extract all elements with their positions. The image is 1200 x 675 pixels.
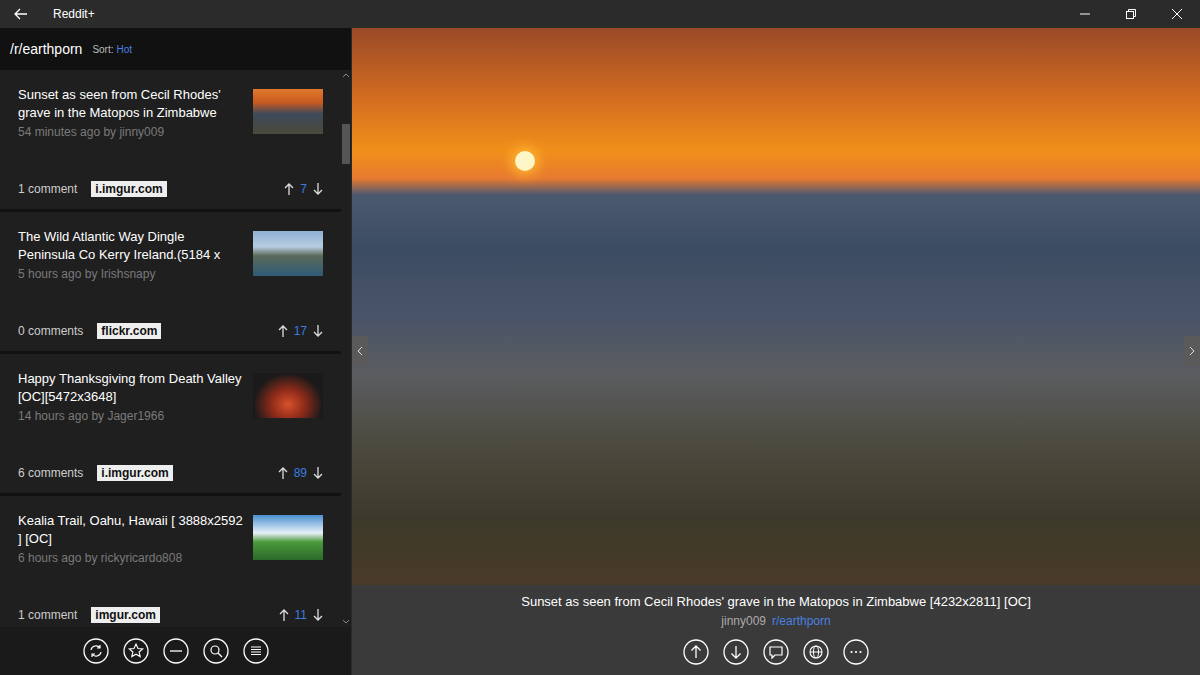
- post-title: Kealia Trail, Oahu, Hawaii [ 3888x2592 ]…: [18, 512, 245, 548]
- globe-icon[interactable]: [803, 639, 829, 665]
- close-button[interactable]: [1154, 0, 1200, 28]
- more-icon[interactable]: [843, 639, 869, 665]
- caption-bar: Sunset as seen from Cecil Rhodes' grave …: [352, 585, 1200, 675]
- domain-badge: imgur.com: [91, 607, 160, 623]
- post-thumbnail[interactable]: [253, 515, 323, 560]
- title-bar: Reddit+: [0, 0, 1200, 28]
- scroll-up-icon[interactable]: [342, 72, 350, 78]
- post-meta: 14 hours ago by Jager1966: [18, 409, 245, 423]
- star-icon[interactable]: [123, 638, 149, 664]
- window-title: Reddit+: [53, 7, 95, 21]
- chevron-right-icon: [1189, 346, 1195, 356]
- post-item[interactable]: Happy Thanksgiving from Death Valley [OC…: [0, 354, 341, 493]
- list-toolbar: [0, 627, 351, 675]
- comment-count[interactable]: 6 comments: [18, 466, 83, 480]
- post-score: 11: [295, 608, 307, 622]
- comment-count[interactable]: 0 comments: [18, 324, 83, 338]
- post-list: Sunset as seen from Cecil Rhodes' grave …: [0, 70, 341, 627]
- downvote-icon[interactable]: [313, 609, 323, 621]
- upvote-icon[interactable]: [279, 609, 289, 621]
- restore-icon: [1126, 9, 1136, 19]
- post-meta: 6 hours ago by rickyricardo808: [18, 551, 245, 565]
- upvote-icon[interactable]: [278, 325, 288, 337]
- post-score: 17: [294, 324, 307, 338]
- post-thumbnail[interactable]: [253, 231, 323, 276]
- minimize-button[interactable]: [1062, 0, 1108, 28]
- post-item[interactable]: The Wild Atlantic Way Dingle Peninsula C…: [0, 212, 341, 351]
- domain-badge: i.imgur.com: [97, 465, 172, 481]
- next-button[interactable]: [1184, 336, 1200, 366]
- post-score: 89: [294, 466, 307, 480]
- downvote-icon[interactable]: [313, 183, 323, 195]
- domain-badge: flickr.com: [97, 323, 161, 339]
- post-meta: 5 hours ago by Irishsnapy: [18, 267, 245, 281]
- domain-badge: i.imgur.com: [91, 181, 166, 197]
- post-list-panel: /r/earthporn Sort: Hot Sunset as seen from …: [0, 28, 352, 675]
- downvote-icon[interactable]: [313, 325, 323, 337]
- post-thumbnail[interactable]: [253, 89, 323, 134]
- list-icon[interactable]: [243, 638, 269, 664]
- post-subreddit[interactable]: r/earthporn: [772, 614, 831, 628]
- post-item[interactable]: Sunset as seen from Cecil Rhodes' grave …: [0, 70, 341, 209]
- scrollbar-thumb[interactable]: [342, 124, 350, 164]
- post-title: The Wild Atlantic Way Dingle Peninsula C…: [18, 228, 245, 264]
- image-viewer: Sunset as seen from Cecil Rhodes' grave …: [352, 28, 1200, 675]
- search-icon[interactable]: [203, 638, 229, 664]
- post-title: Happy Thanksgiving from Death Valley [OC…: [18, 370, 245, 406]
- window-controls: [1062, 0, 1200, 28]
- previous-button[interactable]: [352, 336, 368, 366]
- upvote-icon[interactable]: [284, 183, 294, 195]
- sort-label: Sort:: [92, 44, 113, 55]
- upvote-icon[interactable]: [683, 639, 709, 665]
- post-item[interactable]: Kealia Trail, Oahu, Hawaii [ 3888x2592 ]…: [0, 496, 341, 627]
- close-icon: [1172, 9, 1182, 19]
- post-score: 7: [300, 182, 307, 196]
- minus-icon[interactable]: [163, 638, 189, 664]
- image-caption: Sunset as seen from Cecil Rhodes' grave …: [521, 593, 1031, 610]
- restore-button[interactable]: [1108, 0, 1154, 28]
- post-author[interactable]: jinny009: [721, 614, 766, 628]
- comment-icon[interactable]: [763, 639, 789, 665]
- post-thumbnail[interactable]: [253, 373, 323, 418]
- refresh-icon[interactable]: [83, 638, 109, 664]
- scrollbar[interactable]: [341, 70, 351, 627]
- comment-count[interactable]: 1 comment: [18, 182, 77, 196]
- chevron-left-icon: [357, 346, 363, 356]
- downvote-icon[interactable]: [723, 639, 749, 665]
- subreddit-header: /r/earthporn Sort: Hot: [0, 28, 351, 70]
- downvote-icon[interactable]: [313, 467, 323, 479]
- sort-value[interactable]: Hot: [117, 44, 133, 55]
- scroll-down-icon[interactable]: [342, 619, 350, 625]
- post-title: Sunset as seen from Cecil Rhodes' grave …: [18, 86, 245, 122]
- subreddit-name[interactable]: /r/earthporn: [10, 41, 82, 57]
- comment-count[interactable]: 1 comment: [18, 608, 77, 622]
- app-window: Reddit+ /r/earthporn Sort: Hot Sunset as see…: [0, 0, 1200, 675]
- back-arrow-icon[interactable]: [14, 8, 28, 20]
- upvote-icon[interactable]: [278, 467, 288, 479]
- minimize-icon: [1080, 9, 1090, 19]
- post-meta: 54 minutes ago by jinny009: [18, 125, 245, 139]
- sun: [515, 151, 535, 171]
- post-image: [352, 28, 1200, 585]
